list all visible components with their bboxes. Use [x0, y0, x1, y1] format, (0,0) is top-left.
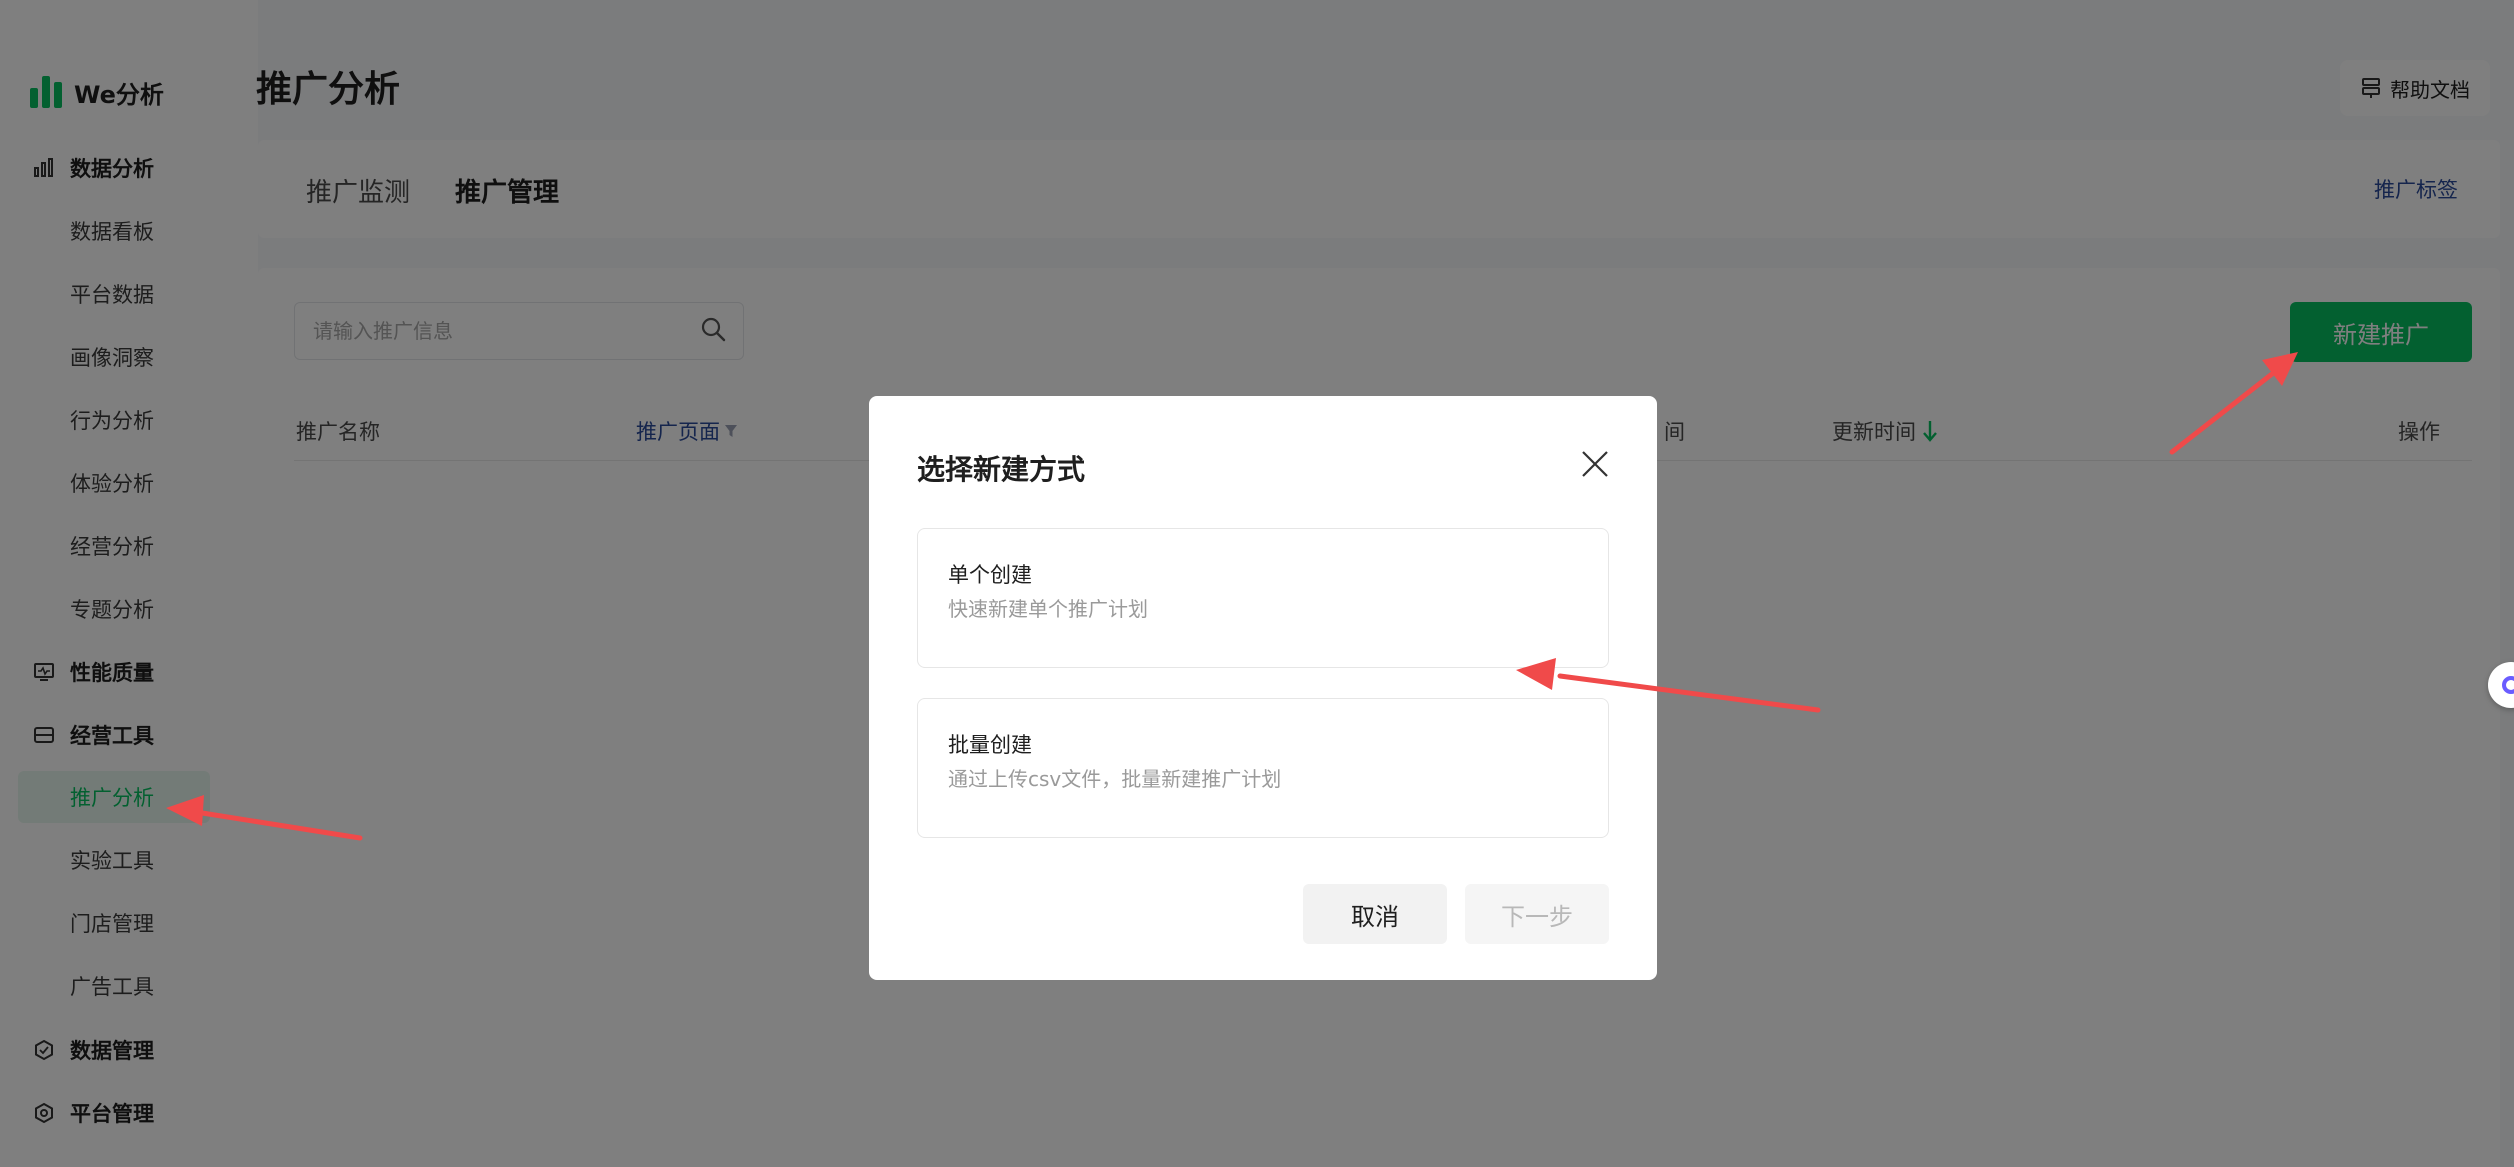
next-step-button[interactable]: 下一步	[1465, 884, 1609, 944]
option-title: 批量创建	[948, 733, 1032, 757]
assistant-icon	[2502, 676, 2514, 694]
option-title: 单个创建	[948, 563, 1032, 587]
create-method-dialog: 选择新建方式 单个创建 快速新建单个推广计划 批量创建 通过上传csv文件，批量…	[869, 396, 1657, 980]
dialog-title: 选择新建方式	[917, 453, 1086, 486]
close-icon[interactable]	[1577, 446, 1613, 482]
option-batch-create[interactable]: 批量创建 通过上传csv文件，批量新建推广计划	[917, 698, 1609, 838]
option-single-create[interactable]: 单个创建 快速新建单个推广计划	[917, 528, 1609, 668]
cancel-button[interactable]: 取消	[1303, 884, 1447, 944]
option-description: 快速新建单个推广计划	[948, 597, 1148, 621]
option-description: 通过上传csv文件，批量新建推广计划	[948, 767, 1282, 791]
